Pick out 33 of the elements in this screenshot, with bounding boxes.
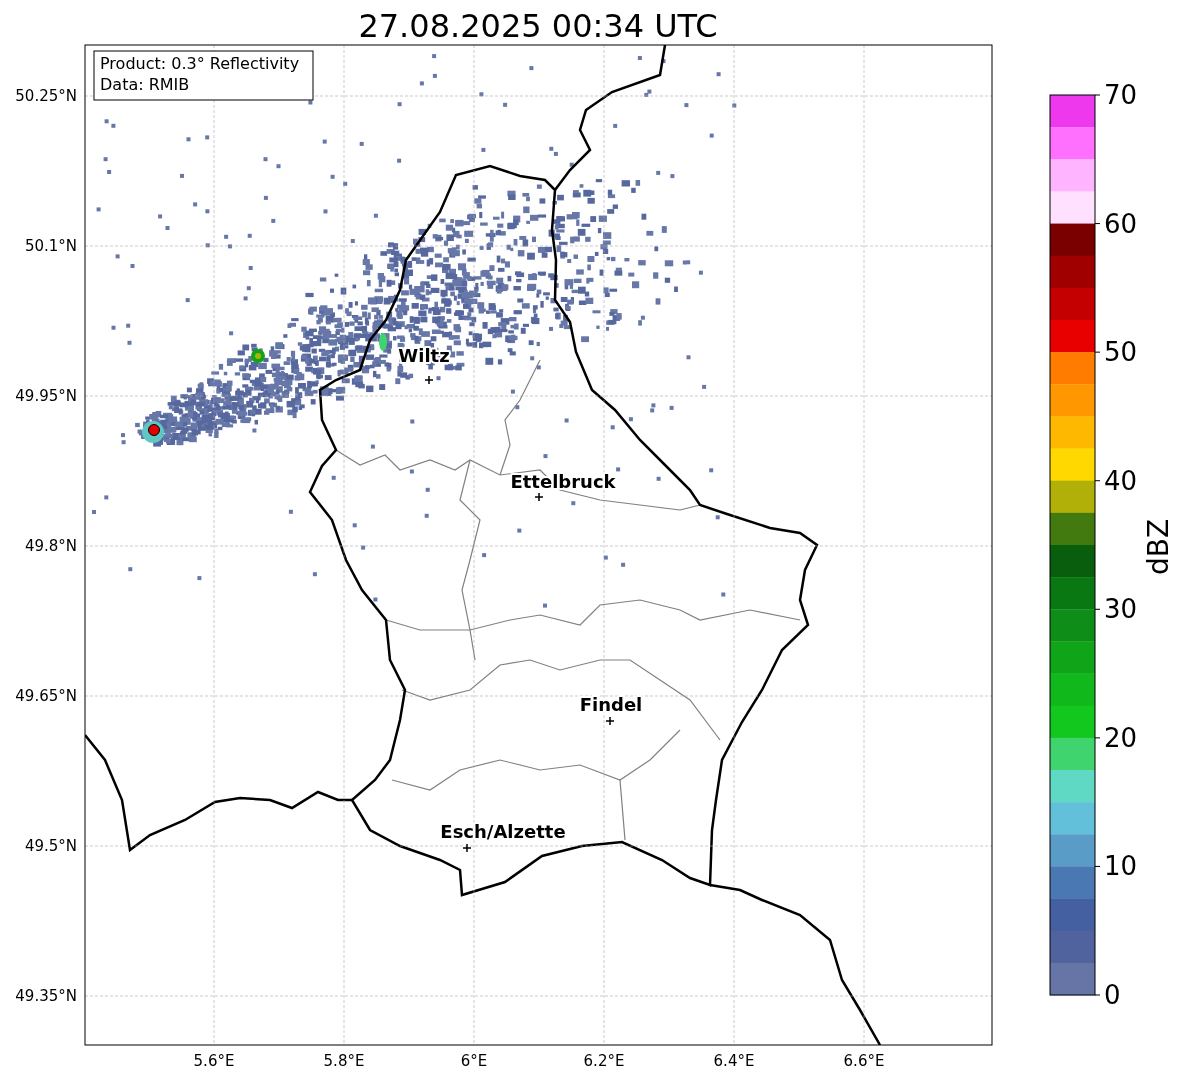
axis-tick-label: 50.25°N <box>15 87 77 105</box>
colorbar-tick-label: 20 <box>1104 722 1138 753</box>
axis-tick-label: 6.6°E <box>843 1052 885 1070</box>
axis-tick-label: 49.8°N <box>24 537 77 555</box>
city-label: Esch/Alzette <box>440 821 566 842</box>
city-marker-icon <box>605 716 615 726</box>
axis-tick-label: 6.2°E <box>583 1052 625 1070</box>
colorbar-label: dBZ <box>1142 518 1175 576</box>
colorbar-tick-label: 70 <box>1104 80 1138 110</box>
axis-tick-label: 49.65°N <box>15 687 77 705</box>
legend-text: Product: 0.3° Reflectivity <box>100 54 300 73</box>
legend-text: Data: RMIB <box>100 75 190 94</box>
axis-tick-label: 5.6°E <box>193 1052 235 1070</box>
city-label: Ettelbruck <box>510 471 616 492</box>
radar-site-icon <box>148 424 160 436</box>
city-marker-icon <box>424 375 434 385</box>
city-label: Findel <box>579 694 643 715</box>
figure-title: 27.08.2025 00:34 UTC <box>358 7 718 45</box>
colorbar-tick-label: 0 <box>1104 980 1121 1010</box>
axis-tick-label: 49.35°N <box>15 987 77 1005</box>
colorbar-tick-label: 10 <box>1104 851 1138 882</box>
axis-tick-label: 6°E <box>460 1052 488 1070</box>
axis-tick-label: 49.95°N <box>15 387 77 405</box>
axis-tick-label: 49.5°N <box>24 837 77 855</box>
colorbar-tick-label: 60 <box>1104 208 1138 239</box>
axis-tick-label: 5.8°E <box>323 1052 365 1070</box>
city-marker-icon <box>462 843 472 853</box>
axis-tick-label: 6.4°E <box>713 1052 755 1070</box>
colorbar-tick-label: 30 <box>1104 594 1138 625</box>
colorbar-tick-label: 40 <box>1104 465 1138 496</box>
axis-tick-label: 50.1°N <box>24 237 77 255</box>
colorbar-tick-label: 50 <box>1104 337 1138 368</box>
city-marker-icon <box>534 492 544 502</box>
